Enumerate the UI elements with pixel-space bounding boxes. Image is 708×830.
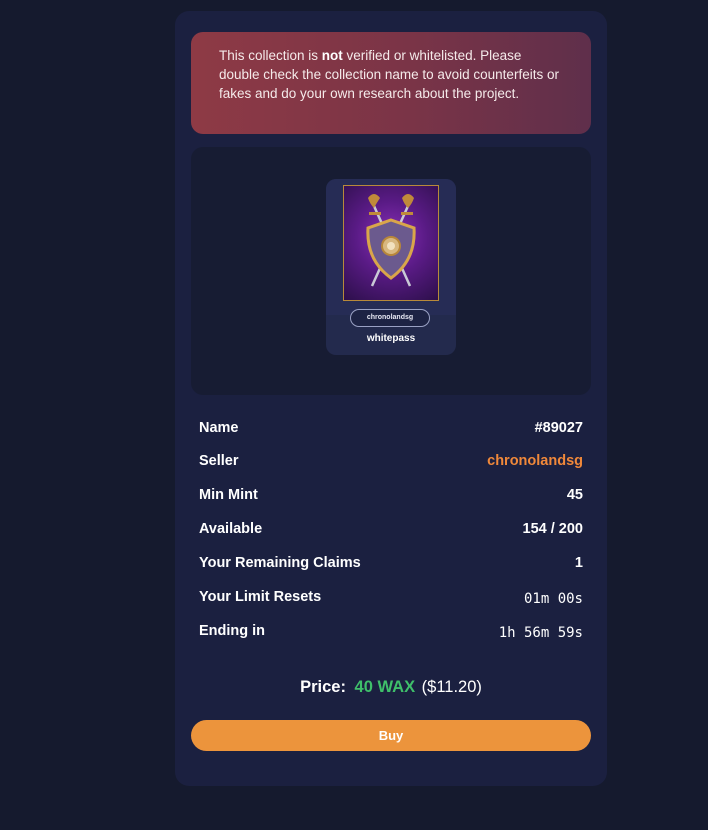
ending-timer: 1h 56m 59s xyxy=(498,625,583,641)
detail-value: 154 / 200 xyxy=(522,521,583,537)
detail-label: Name xyxy=(199,420,239,436)
detail-label: Ending in xyxy=(199,623,266,639)
detail-label: Your Remaining Claims xyxy=(199,555,361,571)
warning-emphasis: not xyxy=(321,48,343,63)
drop-panel: This collection is not verified or white… xyxy=(175,11,607,786)
asset-preview: chronolandsg whitepass xyxy=(191,147,591,395)
price-usd: ($11.20) xyxy=(421,678,482,696)
asset-name: whitepass xyxy=(366,333,416,344)
detail-row-ending-in: Ending in 1h 56m 59s xyxy=(199,623,583,643)
warning-prefix: This collection is xyxy=(219,48,322,63)
detail-value: 1 xyxy=(574,555,583,571)
detail-label: Seller xyxy=(199,453,239,469)
asset-card[interactable]: chronolandsg whitepass xyxy=(326,179,456,355)
price-label: Price: xyxy=(300,678,346,696)
shield-crossed-swords-icon xyxy=(343,185,439,301)
detail-row-remaining-claims: Your Remaining Claims 1 xyxy=(199,555,583,575)
detail-label: Your Limit Resets xyxy=(199,589,322,605)
price-wax: 40 WAX xyxy=(354,678,416,696)
detail-row-min-mint: Min Mint 45 xyxy=(199,487,583,507)
price-display: Price: 40 WAX ($11.20) xyxy=(175,678,607,697)
detail-row-name: Name #89027 xyxy=(199,420,583,440)
detail-row-available: Available 154 / 200 xyxy=(199,521,583,541)
detail-label: Min Mint xyxy=(199,487,258,503)
buy-button[interactable]: Buy xyxy=(191,720,591,751)
detail-value: 45 xyxy=(566,487,583,503)
detail-row-seller: Seller chronolandsg xyxy=(199,453,583,473)
unverified-collection-warning: This collection is not verified or white… xyxy=(191,32,591,134)
detail-label: Available xyxy=(199,521,263,537)
detail-value: #89027 xyxy=(534,420,583,436)
seller-link[interactable]: chronolandsg xyxy=(487,453,583,469)
limit-reset-timer: 01m 00s xyxy=(523,591,583,607)
detail-row-limit-resets: Your Limit Resets 01m 00s xyxy=(199,589,583,609)
collection-badge[interactable]: chronolandsg xyxy=(350,309,430,327)
